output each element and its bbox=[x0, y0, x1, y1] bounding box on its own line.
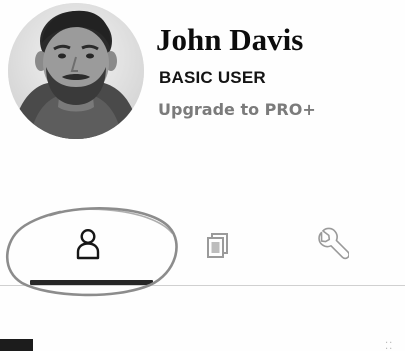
profile-panel: John Davis BASIC USER Upgrade to PRO+ ⁚⁚ bbox=[0, 0, 405, 351]
avatar bbox=[8, 3, 144, 139]
upgrade-link[interactable]: Upgrade to PRO+ bbox=[158, 100, 316, 120]
user-name: John Davis bbox=[156, 22, 304, 57]
tab-profile[interactable] bbox=[28, 198, 148, 290]
bottom-edge-block bbox=[0, 339, 33, 351]
wrench-icon bbox=[318, 227, 349, 260]
cards-icon bbox=[207, 233, 228, 258]
tab-divider bbox=[0, 285, 405, 286]
tab-cards[interactable] bbox=[158, 198, 278, 290]
user-photo bbox=[8, 3, 144, 139]
person-icon bbox=[76, 228, 100, 260]
tab-bar bbox=[0, 198, 405, 298]
plan-badge: BASIC USER bbox=[159, 68, 266, 87]
more-icon[interactable]: ⁚⁚ bbox=[385, 342, 393, 351]
tab-settings[interactable] bbox=[272, 198, 392, 290]
